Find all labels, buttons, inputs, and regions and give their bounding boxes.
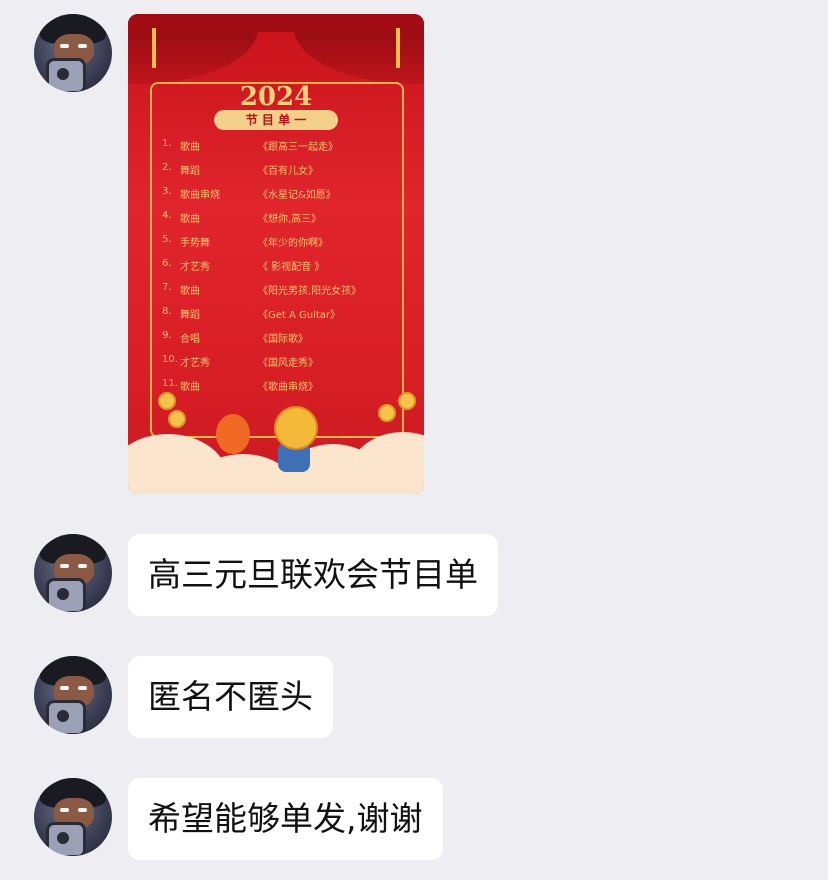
program-number: 3. <box>162 186 172 197</box>
avatar-eye-icon <box>60 686 69 690</box>
program-title: 《国风走秀》 <box>258 358 318 369</box>
program-poster-image[interactable]: 2024 节 目 单 一 1. 歌曲 《跟高三一起走》 2. 舞蹈 《百有儿女》… <box>128 14 424 494</box>
gold-rope <box>396 28 400 68</box>
program-type: 歌曲 <box>180 214 200 225</box>
avatar-eye-icon <box>78 686 87 690</box>
program-title: 《水星记&如愿》 <box>258 190 336 201</box>
program-type: 歌曲 <box>180 286 200 297</box>
message-bubble[interactable]: 匿名不匿头 <box>128 656 333 738</box>
program-row: 7. 歌曲 《阳光男孩,阳光女孩》 <box>162 282 402 302</box>
poster-year-art: 2024 <box>239 82 313 112</box>
program-title: 《Get A Guitar》 <box>258 310 341 321</box>
program-title: 《跟高三一起走》 <box>258 142 338 153</box>
program-type: 才艺秀 <box>180 262 210 273</box>
avatar-eye-icon <box>60 564 69 568</box>
program-row: 9. 合唱 《国际歌》 <box>162 330 402 350</box>
program-row: 2. 舞蹈 《百有儿女》 <box>162 162 402 182</box>
program-row: 1. 歌曲 《跟高三一起走》 <box>162 138 402 158</box>
avatar[interactable] <box>34 778 112 856</box>
program-type: 舞蹈 <box>180 166 200 177</box>
gold-coin-icon <box>158 392 176 410</box>
program-title: 《年少的你啊》 <box>258 238 328 249</box>
program-row: 11. 歌曲 《歌曲串烧》 <box>162 378 402 398</box>
program-row: 4. 歌曲 《想你,高三》 <box>162 210 402 230</box>
avatar[interactable] <box>34 534 112 612</box>
gold-rope <box>152 28 156 68</box>
gold-coin-icon <box>168 410 186 428</box>
avatar-eye-icon <box>78 44 87 48</box>
program-number: 6. <box>162 258 172 269</box>
program-number: 1. <box>162 138 172 149</box>
poster-banner: 节 目 单 一 <box>214 110 338 130</box>
program-number: 10. <box>162 354 178 365</box>
program-title: 《国际歌》 <box>258 334 308 345</box>
message-row: 高三元旦联欢会节目单 <box>0 534 828 616</box>
program-type: 才艺秀 <box>180 358 210 369</box>
gold-coin-icon <box>378 404 396 422</box>
program-type: 合唱 <box>180 334 200 345</box>
program-row: 5. 手势舞 《年少的你啊》 <box>162 234 402 254</box>
message-row: 匿名不匿头 <box>0 656 828 738</box>
program-row: 6. 才艺秀 《 影视配音 》 <box>162 258 402 278</box>
program-number: 11. <box>162 378 178 389</box>
program-row: 8. 舞蹈 《Get A Guitar》 <box>162 306 402 326</box>
curtain-valance <box>128 14 424 32</box>
message-bubble[interactable]: 高三元旦联欢会节目单 <box>128 534 498 616</box>
avatar-eye-icon <box>78 564 87 568</box>
program-number: 4. <box>162 210 172 221</box>
avatar-gun-icon <box>46 822 86 856</box>
program-row: 3. 歌曲串烧 《水星记&如愿》 <box>162 186 402 206</box>
program-type: 歌曲串烧 <box>180 190 220 201</box>
program-type: 手势舞 <box>180 238 210 249</box>
program-title: 《 影视配音 》 <box>258 262 325 273</box>
program-number: 7. <box>162 282 172 293</box>
lantern-icon <box>216 414 250 454</box>
avatar-eye-icon <box>60 808 69 812</box>
program-type: 舞蹈 <box>180 310 200 321</box>
program-row: 10. 才艺秀 《国风走秀》 <box>162 354 402 374</box>
program-number: 5. <box>162 234 172 245</box>
avatar-gun-icon <box>46 700 86 734</box>
avatar-gun-icon <box>46 58 86 92</box>
program-title: 《歌曲串烧》 <box>258 382 318 393</box>
program-title: 《阳光男孩,阳光女孩》 <box>258 286 362 297</box>
avatar-eye-icon <box>78 808 87 812</box>
message-row: 希望能够单发,谢谢 <box>0 778 828 860</box>
message-bubble[interactable]: 希望能够单发,谢谢 <box>128 778 443 860</box>
program-title: 《百有儿女》 <box>258 166 318 177</box>
avatar[interactable] <box>34 14 112 92</box>
program-number: 2. <box>162 162 172 173</box>
gold-coin-icon <box>398 392 416 410</box>
program-type: 歌曲 <box>180 142 200 153</box>
dragon-mascot-icon <box>274 406 318 450</box>
program-title: 《想你,高三》 <box>258 214 322 225</box>
program-number: 8. <box>162 306 172 317</box>
program-type: 歌曲 <box>180 382 200 393</box>
cloud-decoration <box>348 432 424 494</box>
message-image: 2024 节 目 单 一 1. 歌曲 《跟高三一起走》 2. 舞蹈 《百有儿女》… <box>0 0 828 500</box>
avatar[interactable] <box>34 656 112 734</box>
program-number: 9. <box>162 330 172 341</box>
avatar-gun-icon <box>46 578 86 612</box>
avatar-eye-icon <box>60 44 69 48</box>
